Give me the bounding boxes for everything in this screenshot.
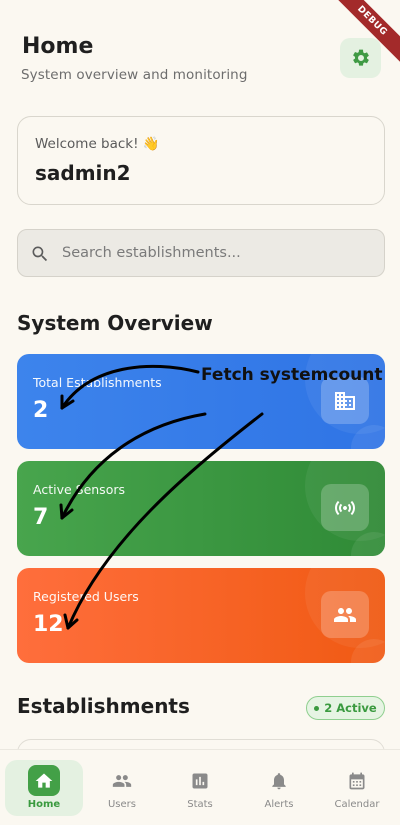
page-subtitle: System overview and monitoring [21, 67, 248, 83]
search-icon [32, 246, 48, 262]
calendar-icon [349, 772, 365, 790]
stat-icon-box [321, 591, 369, 638]
home-icon [35, 773, 53, 788]
bottom-nav: Home Users Stats Alerts Calendar [0, 749, 400, 825]
nav-item-stats[interactable]: Stats [161, 760, 239, 816]
nav-item-home[interactable]: Home [5, 760, 83, 816]
stat-label: Active Sensors [33, 482, 125, 497]
welcome-label: Welcome back! 👋 [35, 136, 160, 152]
welcome-username: sadmin2 [35, 161, 131, 185]
nav-item-calendar[interactable]: Calendar [318, 760, 396, 816]
stat-card-users[interactable]: Registered Users 12 [17, 568, 385, 663]
bell-icon [272, 773, 286, 790]
nav-item-users[interactable]: Users [83, 760, 161, 816]
settings-button[interactable] [340, 38, 381, 78]
welcome-card: Welcome back! 👋 sadmin2 [17, 116, 385, 205]
nav-label: Users [107, 799, 136, 810]
users-icon [334, 607, 356, 622]
nav-label: Alerts [264, 799, 294, 810]
nav-label: Stats [187, 799, 213, 810]
system-overview-title: System Overview [17, 311, 213, 335]
stat-label: Registered Users [33, 589, 139, 604]
stats-icon [192, 773, 208, 789]
building-icon [335, 391, 355, 410]
stat-label: Total Establishments [33, 375, 162, 390]
active-badge-label: 2 Active [324, 701, 377, 715]
status-dot [314, 705, 320, 711]
sensor-icon [335, 500, 355, 515]
active-badge: 2 Active [306, 696, 385, 720]
stat-value: 2 [33, 398, 49, 423]
nav-icon-wrap [28, 765, 60, 796]
stat-card-sensors[interactable]: Active Sensors 7 [17, 461, 385, 556]
home-screen: Home System overview and monitoring DEBU… [0, 0, 400, 825]
search-input[interactable] [62, 230, 372, 276]
users-icon [112, 775, 132, 787]
stat-icon-box [321, 484, 369, 531]
stat-value: 7 [33, 505, 49, 530]
nav-label: Home [27, 799, 61, 810]
gear-icon [352, 49, 369, 66]
page-title: Home [22, 34, 94, 59]
establishments-title: Establishments [17, 694, 190, 718]
nav-label: Calendar [334, 799, 380, 810]
stat-value: 12 [33, 612, 64, 637]
nav-item-alerts[interactable]: Alerts [240, 760, 318, 816]
annotation-label: Fetch systemcount [201, 365, 383, 385]
search-bar[interactable] [17, 229, 385, 277]
